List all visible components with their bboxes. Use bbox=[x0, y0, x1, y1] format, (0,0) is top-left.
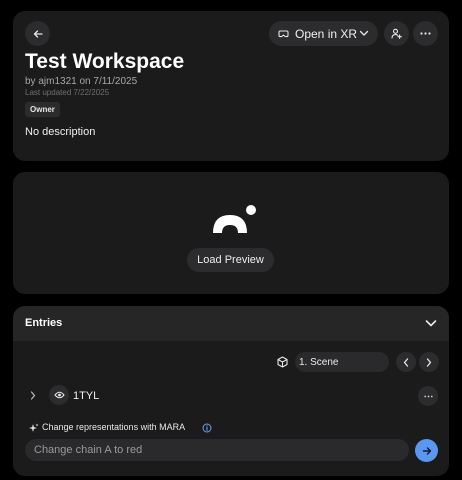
person-add-icon bbox=[391, 28, 402, 39]
arrow-left-icon bbox=[33, 29, 43, 38]
workspace-description: No description bbox=[25, 126, 96, 138]
info-icon[interactable] bbox=[202, 423, 212, 433]
chevron-down-icon[interactable] bbox=[425, 319, 437, 328]
preview-card: Load Preview bbox=[13, 172, 449, 294]
mara-prompt-input[interactable] bbox=[25, 439, 409, 461]
dome-dot-logo bbox=[213, 205, 256, 233]
chevron-down-icon bbox=[359, 30, 369, 36]
vr-headset-icon bbox=[278, 29, 289, 37]
chevron-left-icon bbox=[403, 357, 409, 367]
last-updated-line: Last updated 7/22/2025 bbox=[25, 88, 110, 97]
open-in-xr-label: Open in XR bbox=[295, 26, 358, 41]
entry-more-button[interactable] bbox=[418, 386, 438, 406]
mara-label: Change representations with MARA bbox=[42, 422, 186, 432]
scene-select[interactable]: 1. Scene bbox=[295, 352, 389, 372]
send-button[interactable] bbox=[415, 439, 438, 462]
entries-title: Entries bbox=[25, 317, 63, 329]
more-horizontal-icon bbox=[420, 32, 431, 35]
previous-scene-button[interactable] bbox=[396, 352, 416, 372]
owner-badge: Owner bbox=[25, 102, 60, 117]
load-preview-button[interactable]: Load Preview bbox=[187, 248, 274, 272]
entry-visibility-toggle[interactable] bbox=[49, 385, 69, 405]
arrow-right-icon bbox=[422, 446, 431, 455]
share-user-button[interactable] bbox=[384, 21, 409, 46]
entries-card: Entries 1. Scene 1TYL Change representat… bbox=[13, 306, 449, 476]
open-in-xr-button[interactable]: Open in XR bbox=[269, 21, 378, 46]
next-scene-button[interactable] bbox=[419, 352, 439, 372]
workspace-header-card: Open in XR Test Workspace by ajm1321 on … bbox=[13, 11, 449, 161]
chevron-right-icon bbox=[426, 357, 432, 367]
entries-header[interactable]: Entries bbox=[13, 306, 449, 341]
more-horizontal-icon bbox=[423, 395, 433, 397]
author-line: by ajm1321 on 7/11/2025 bbox=[25, 76, 138, 87]
chevron-right-icon[interactable] bbox=[30, 391, 36, 400]
back-button[interactable] bbox=[25, 21, 50, 46]
scene-select-value: 1. Scene bbox=[299, 356, 339, 368]
entry-label: 1TYL bbox=[73, 390, 100, 402]
sparkle-icon bbox=[29, 423, 39, 432]
cube-icon bbox=[277, 356, 288, 368]
eye-icon bbox=[53, 391, 65, 399]
more-options-button[interactable] bbox=[413, 21, 438, 46]
page-title: Test Workspace bbox=[25, 50, 185, 73]
